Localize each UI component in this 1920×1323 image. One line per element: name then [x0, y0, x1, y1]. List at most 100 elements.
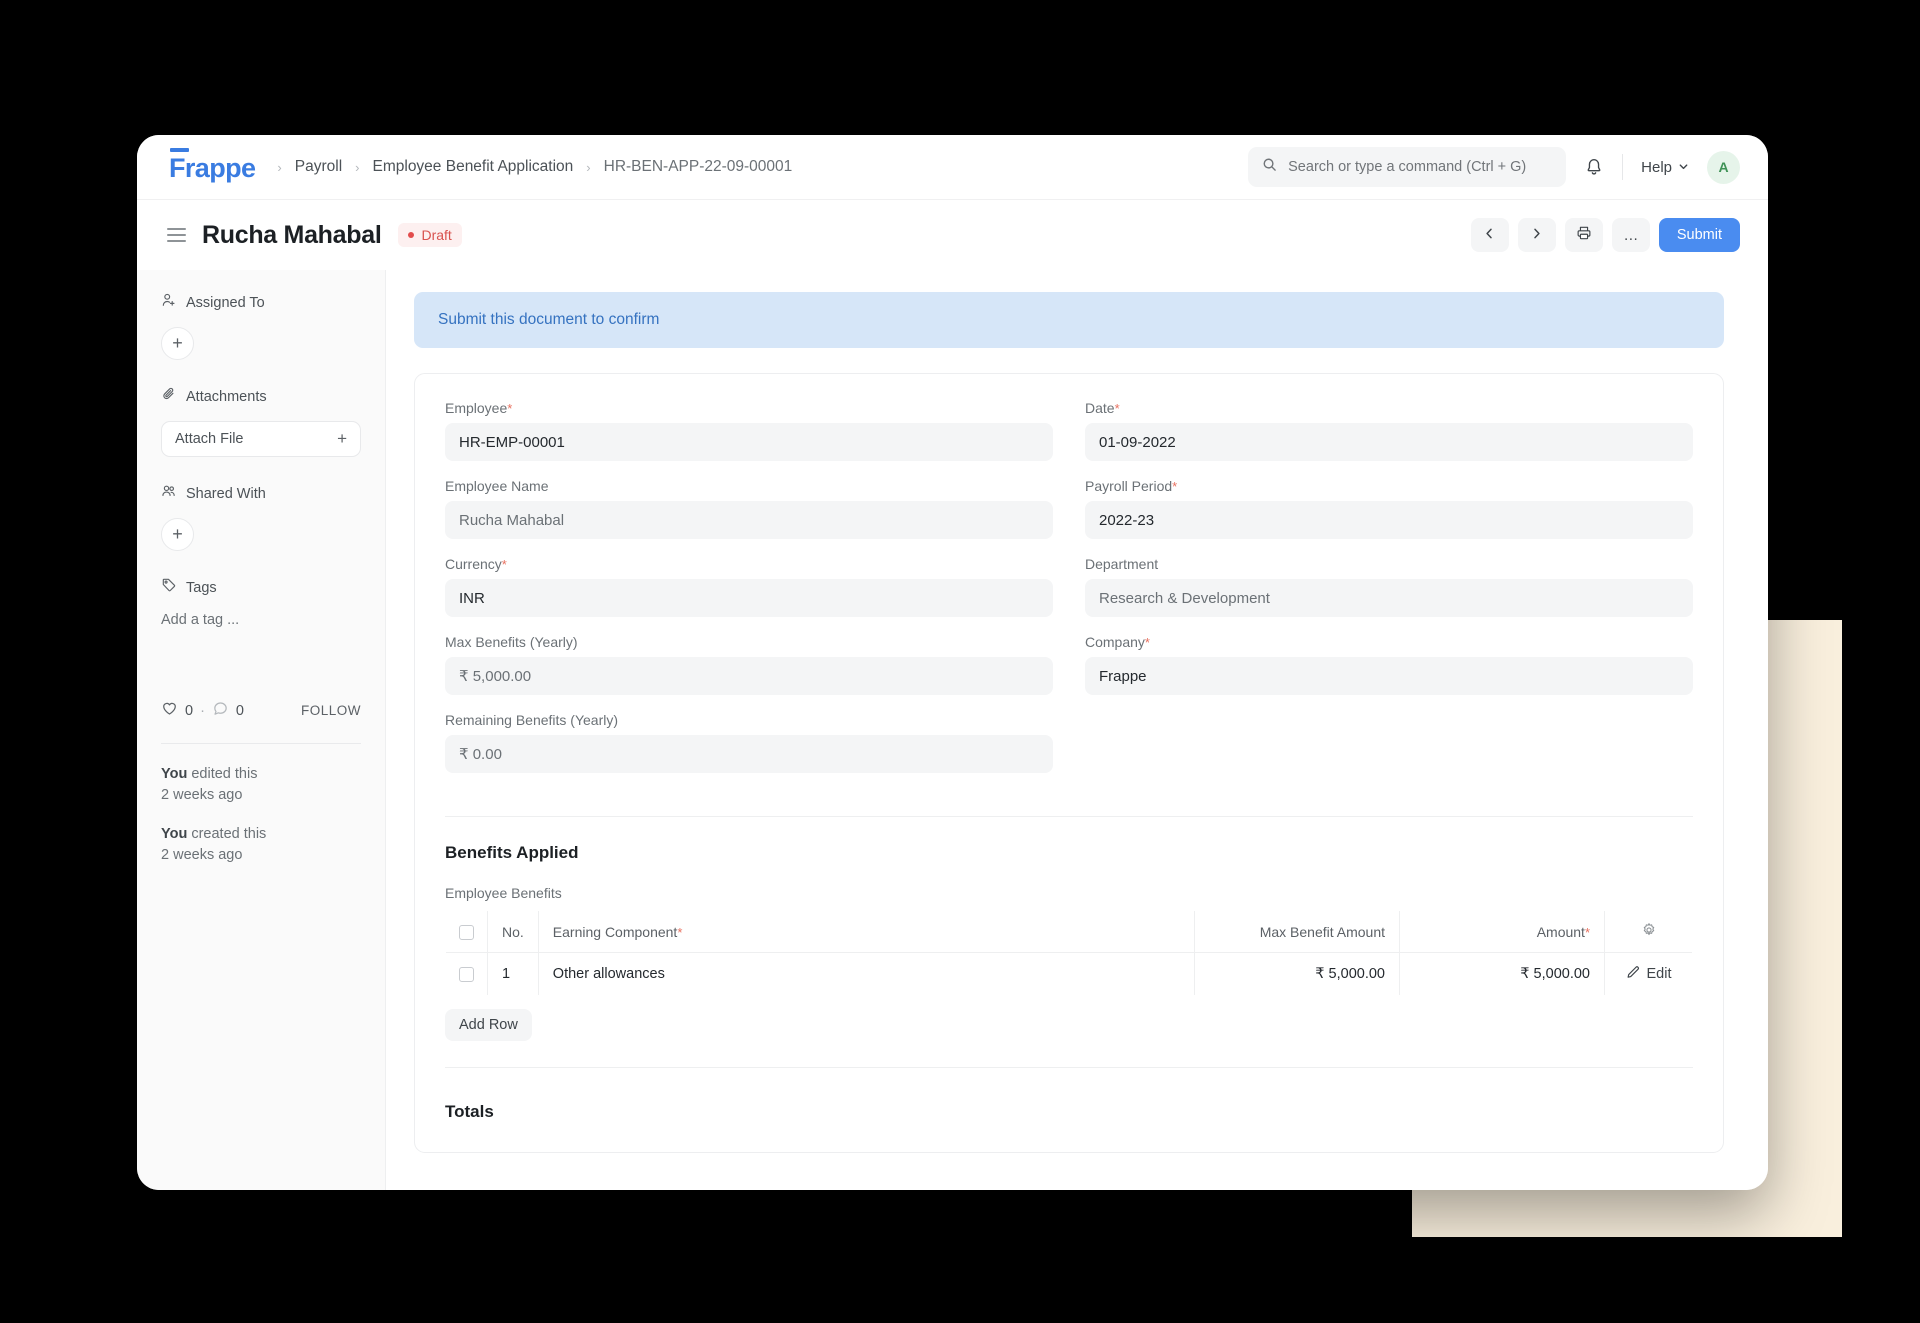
- prev-document-button[interactable]: [1470, 218, 1509, 252]
- global-search[interactable]: [1248, 147, 1567, 187]
- attach-file-label: Attach File: [175, 431, 244, 447]
- search-icon: [1262, 157, 1277, 177]
- heart-icon[interactable]: [161, 700, 178, 721]
- employee-benefits-table: No. Earning Component* Max Benefit Amoun…: [445, 910, 1693, 996]
- date-input[interactable]: 01-09-2022: [1085, 423, 1693, 461]
- comment-icon[interactable]: [212, 700, 229, 721]
- table-row[interactable]: 1 Other allowances ₹ 5,000.00 ₹ 5,000.00: [446, 952, 1693, 996]
- row-checkbox[interactable]: [459, 966, 474, 982]
- column-header-max-benefit-amount: Max Benefit Amount: [1194, 911, 1400, 953]
- chevron-down-icon: [1678, 159, 1689, 176]
- department-input[interactable]: Research & Development: [1085, 579, 1693, 617]
- avatar[interactable]: A: [1707, 150, 1740, 184]
- alert-message: Submit this document to confirm: [438, 311, 660, 328]
- label-text: Currency: [445, 556, 502, 572]
- users-icon: [161, 483, 177, 504]
- search-input[interactable]: [1288, 159, 1553, 175]
- printer-icon: [1576, 225, 1592, 245]
- pencil-icon: [1626, 965, 1640, 983]
- status-dot-icon: [408, 232, 415, 238]
- add-assignment-button[interactable]: +: [161, 327, 194, 360]
- column-header-earning-component: Earning Component*: [538, 911, 1196, 953]
- navbar-divider: [1622, 154, 1624, 180]
- field-employee-name: Employee Name Rucha Mahabal: [445, 478, 1053, 539]
- breadcrumb-separator-icon: ›: [355, 159, 360, 175]
- chevron-left-icon: [1483, 227, 1496, 244]
- required-asterisk: *: [501, 557, 507, 572]
- print-button[interactable]: [1564, 218, 1603, 252]
- plus-icon: +: [337, 429, 347, 448]
- activity-action: created this: [191, 826, 267, 843]
- add-share-button[interactable]: +: [161, 518, 194, 551]
- comment-count: 0: [235, 702, 244, 719]
- follow-button[interactable]: FOLLOW: [301, 703, 361, 718]
- top-navbar: Frappe › Payroll › Employee Benefit Appl…: [137, 135, 1768, 200]
- remaining-benefits-input[interactable]: ₹ 0.00: [445, 735, 1053, 773]
- gear-icon[interactable]: [1641, 923, 1657, 941]
- form-column-right: Date* 01-09-2022 Payroll Period* 2022-23: [1085, 400, 1693, 790]
- field-label: Employee*: [445, 400, 1053, 416]
- activity-item-created: You created this 2 weeks ago: [161, 824, 361, 866]
- next-document-button[interactable]: [1517, 218, 1556, 252]
- shared-with-label: Shared With: [186, 485, 266, 502]
- row-max-benefit-amount[interactable]: ₹ 5,000.00: [1194, 952, 1400, 995]
- frappe-logo[interactable]: Frappe: [169, 148, 256, 182]
- sidebar: Assigned To + Attachments Attach File + …: [137, 270, 385, 1190]
- main-content: Submit this document to confirm Employee…: [385, 270, 1768, 1190]
- add-row-button[interactable]: Add Row: [445, 1009, 532, 1041]
- employee-input[interactable]: HR-EMP-00001: [445, 423, 1053, 461]
- required-asterisk: *: [677, 924, 683, 940]
- field-date: Date* 01-09-2022: [1085, 400, 1693, 461]
- form-column-left: Employee* HR-EMP-00001 Employee Name Ruc…: [445, 400, 1053, 790]
- assigned-to-header: Assigned To: [161, 292, 361, 313]
- tags-header: Tags: [161, 577, 361, 598]
- row-edit-cell[interactable]: Edit: [1605, 953, 1693, 996]
- select-all-checkbox[interactable]: [459, 924, 474, 940]
- field-remaining-benefits-yearly: Remaining Benefits (Yearly) ₹ 0.00: [445, 712, 1053, 773]
- form-section-divider: [445, 816, 1693, 817]
- sidebar-divider: [161, 743, 361, 744]
- shared-with-header: Shared With: [161, 483, 361, 504]
- field-label: Department: [1085, 556, 1159, 572]
- breadcrumb-item-employee-benefit-application[interactable]: Employee Benefit Application: [373, 158, 574, 176]
- employee-name-input[interactable]: Rucha Mahabal: [445, 501, 1053, 539]
- totals-section-title: Totals: [445, 1102, 494, 1121]
- add-tag-input[interactable]: Add a tag ...: [161, 612, 361, 628]
- currency-input[interactable]: INR: [445, 579, 1053, 617]
- max-benefits-input[interactable]: ₹ 5,000.00: [445, 657, 1053, 695]
- page-header: Rucha Mahabal Draft … Submit: [137, 200, 1768, 270]
- field-max-benefits-yearly: Max Benefits (Yearly) ₹ 5,000.00: [445, 634, 1053, 695]
- payroll-period-input[interactable]: 2022-23: [1085, 501, 1693, 539]
- breadcrumb: › Payroll › Employee Benefit Application…: [277, 158, 792, 176]
- row-earning-component[interactable]: Other allowances: [538, 952, 1196, 995]
- required-asterisk: *: [507, 401, 513, 416]
- company-input[interactable]: Frappe: [1085, 657, 1693, 695]
- field-payroll-period: Payroll Period* 2022-23: [1085, 478, 1693, 539]
- notifications-bell-icon[interactable]: [1584, 157, 1604, 177]
- field-employee: Employee* HR-EMP-00001: [445, 400, 1053, 461]
- field-label: Max Benefits (Yearly): [445, 634, 578, 650]
- hamburger-icon[interactable]: [167, 228, 186, 242]
- app-window: Frappe › Payroll › Employee Benefit Appl…: [137, 135, 1768, 1190]
- page-title: Rucha Mahabal: [202, 220, 382, 249]
- paperclip-icon: [161, 386, 177, 407]
- activity-time: 2 weeks ago: [161, 847, 243, 864]
- more-options-button[interactable]: …: [1611, 218, 1650, 252]
- breadcrumb-separator-icon: ›: [586, 159, 591, 175]
- user-add-icon: [161, 292, 177, 313]
- edit-label: Edit: [1646, 966, 1672, 982]
- breadcrumb-item-payroll[interactable]: Payroll: [295, 158, 342, 176]
- chevron-right-icon: [1530, 227, 1543, 244]
- help-menu[interactable]: Help: [1641, 159, 1689, 176]
- field-currency: Currency* INR: [445, 556, 1053, 617]
- social-stats: 0 · 0 FOLLOW: [161, 700, 361, 721]
- breadcrumb-item-document-id[interactable]: HR-BEN-APP-22-09-00001: [604, 158, 793, 176]
- label-text: Earning Component: [552, 923, 678, 940]
- activity-action: edited this: [191, 766, 258, 782]
- field-label: Currency*: [445, 556, 1053, 572]
- edit-row-button[interactable]: Edit: [1619, 965, 1678, 983]
- submit-button[interactable]: Submit: [1658, 218, 1740, 252]
- attach-file-button[interactable]: Attach File +: [161, 421, 361, 457]
- row-amount[interactable]: ₹ 5,000.00: [1399, 952, 1605, 995]
- field-company: Company* Frappe: [1085, 634, 1693, 695]
